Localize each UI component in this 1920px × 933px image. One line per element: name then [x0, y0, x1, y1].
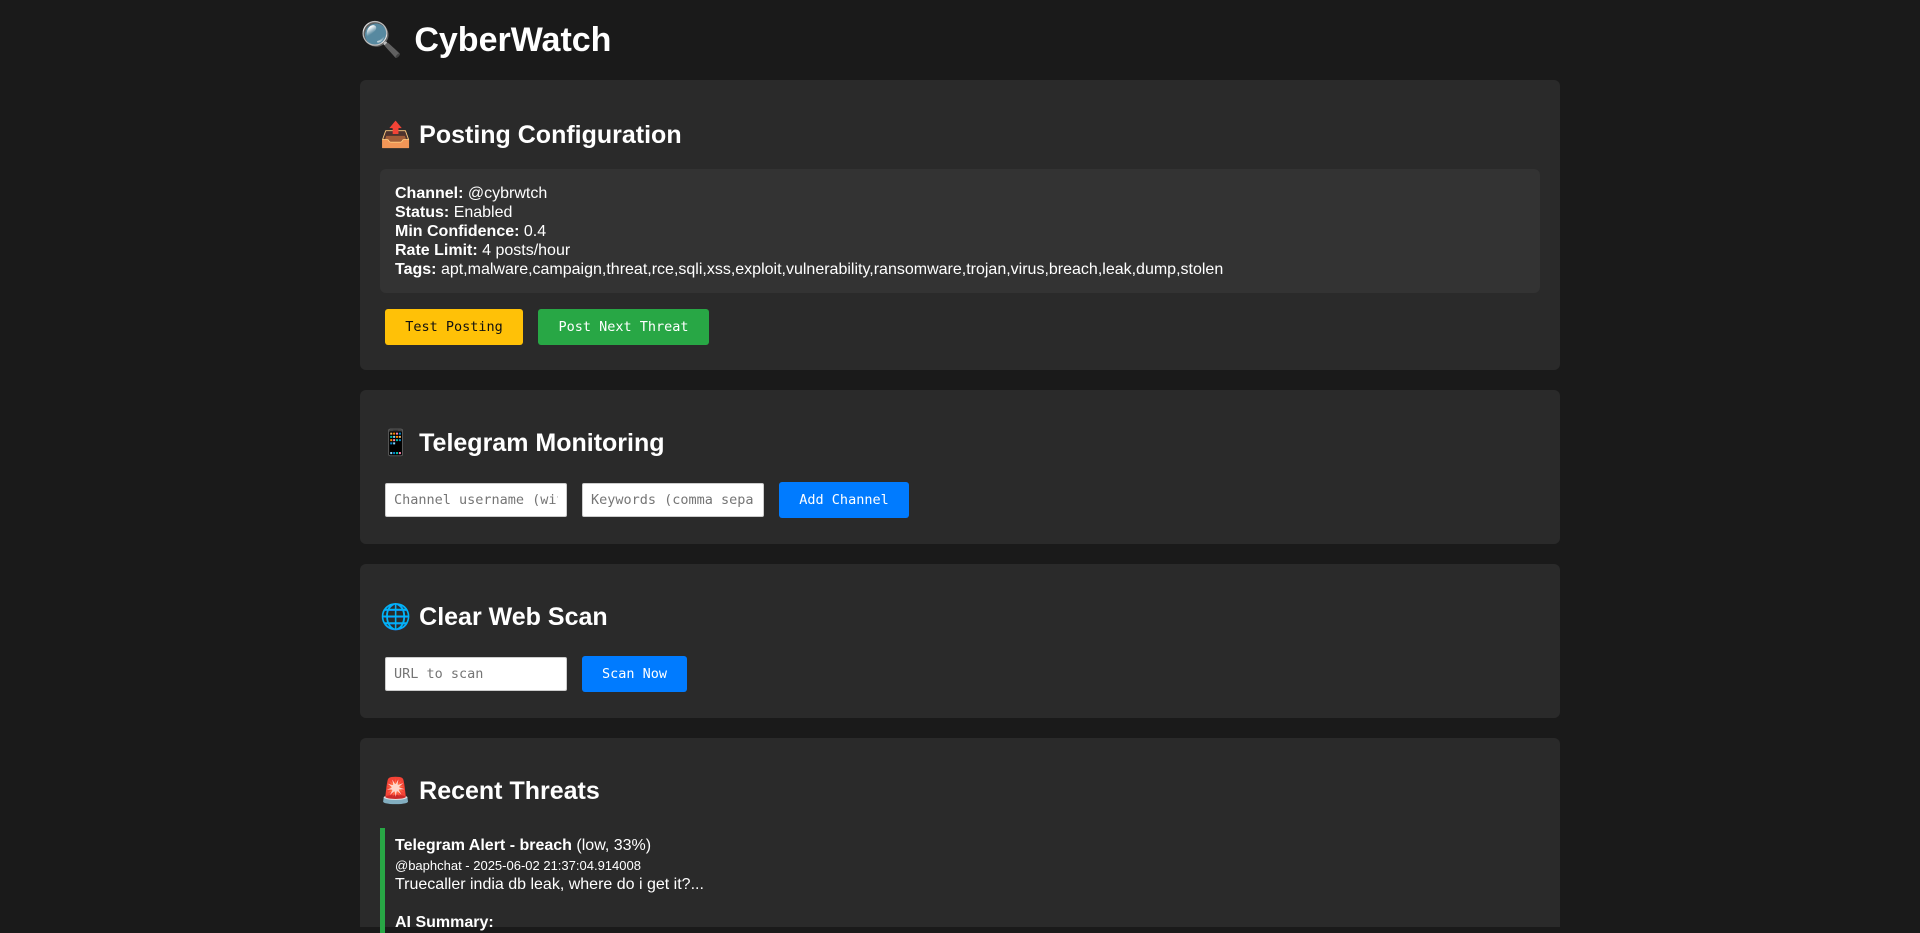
- siren-icon: 🚨: [380, 777, 412, 805]
- main-container: 🔍 CyberWatch 📤 Posting Configuration Cha…: [360, 0, 1560, 933]
- clear-web-scan-title: 🌐 Clear Web Scan: [380, 602, 608, 632]
- threat-title: Telegram Alert - breach: [395, 837, 572, 854]
- config-tags-row: Tags: apt,malware,campaign,threat,rce,sq…: [395, 260, 1525, 279]
- threat-summary-label: AI Summary:: [395, 914, 494, 931]
- posting-config-card: 📤 Posting Configuration Channel: @cybrwt…: [360, 80, 1560, 370]
- scan-now-button[interactable]: Scan Now: [582, 656, 687, 692]
- config-rate-row: Rate Limit: 4 posts/hour: [395, 241, 1525, 260]
- outbox-tray-icon: 📤: [380, 121, 412, 149]
- recent-threats-title: 🚨 Recent Threats: [380, 776, 600, 806]
- test-posting-button[interactable]: Test Posting: [385, 309, 523, 345]
- config-confidence-row: Min Confidence: 0.4: [395, 222, 1525, 241]
- add-channel-button[interactable]: Add Channel: [779, 482, 909, 518]
- config-status-row: Status: Enabled: [395, 203, 1525, 222]
- config-channel-value: @cybrwtch: [467, 185, 548, 202]
- channel-username-input[interactable]: [385, 483, 567, 517]
- recent-threats-card: 🚨 Recent Threats Telegram Alert - breach…: [360, 738, 1560, 933]
- config-rate-value: 4 posts/hour: [482, 242, 571, 259]
- config-confidence-label: Min Confidence:: [395, 223, 520, 240]
- url-input[interactable]: [385, 657, 567, 691]
- app-title-text: CyberWatch: [414, 21, 612, 59]
- clear-web-scan-title-text: Clear Web Scan: [419, 603, 608, 631]
- config-tags-label: Tags:: [395, 261, 437, 278]
- post-next-threat-button[interactable]: Post Next Threat: [538, 309, 709, 345]
- keywords-input[interactable]: [582, 483, 764, 517]
- config-status-value: Enabled: [453, 204, 513, 221]
- posting-config-title-text: Posting Configuration: [419, 121, 682, 149]
- recent-threats-title-text: Recent Threats: [419, 777, 600, 805]
- magnifier-icon: 🔍: [360, 21, 403, 59]
- config-channel-row: Channel: @cybrwtch: [395, 184, 1525, 203]
- config-confidence-value: 0.4: [523, 223, 547, 240]
- telegram-monitoring-card: 📱 Telegram Monitoring Add Channel: [360, 390, 1560, 544]
- mobile-phone-icon: 📱: [380, 429, 412, 457]
- config-status-label: Status:: [395, 204, 450, 221]
- config-channel-label: Channel:: [395, 185, 464, 202]
- telegram-monitoring-title-text: Telegram Monitoring: [419, 429, 665, 457]
- globe-icon: 🌐: [380, 603, 412, 631]
- telegram-monitoring-title: 📱 Telegram Monitoring: [380, 428, 665, 458]
- threat-severity: (low, 33%): [576, 837, 652, 854]
- config-tags-value: apt,malware,campaign,threat,rce,sqli,xss…: [440, 261, 1224, 278]
- clear-web-scan-card: 🌐 Clear Web Scan Scan Now: [360, 564, 1560, 718]
- threat-text: Truecaller india db leak, where do i get…: [395, 876, 704, 893]
- config-rate-label: Rate Limit:: [395, 242, 478, 259]
- app-title: 🔍 CyberWatch: [360, 0, 1560, 60]
- threat-item: Telegram Alert - breach (low, 33%) @baph…: [380, 828, 1540, 933]
- posting-config-title: 📤 Posting Configuration: [380, 120, 682, 150]
- threat-meta: @baphchat - 2025-06-02 21:37:04.914008: [395, 858, 641, 873]
- posting-config-details: Channel: @cybrwtch Status: Enabled Min C…: [380, 169, 1540, 293]
- threat-heading: Telegram Alert - breach (low, 33%): [395, 836, 1540, 856]
